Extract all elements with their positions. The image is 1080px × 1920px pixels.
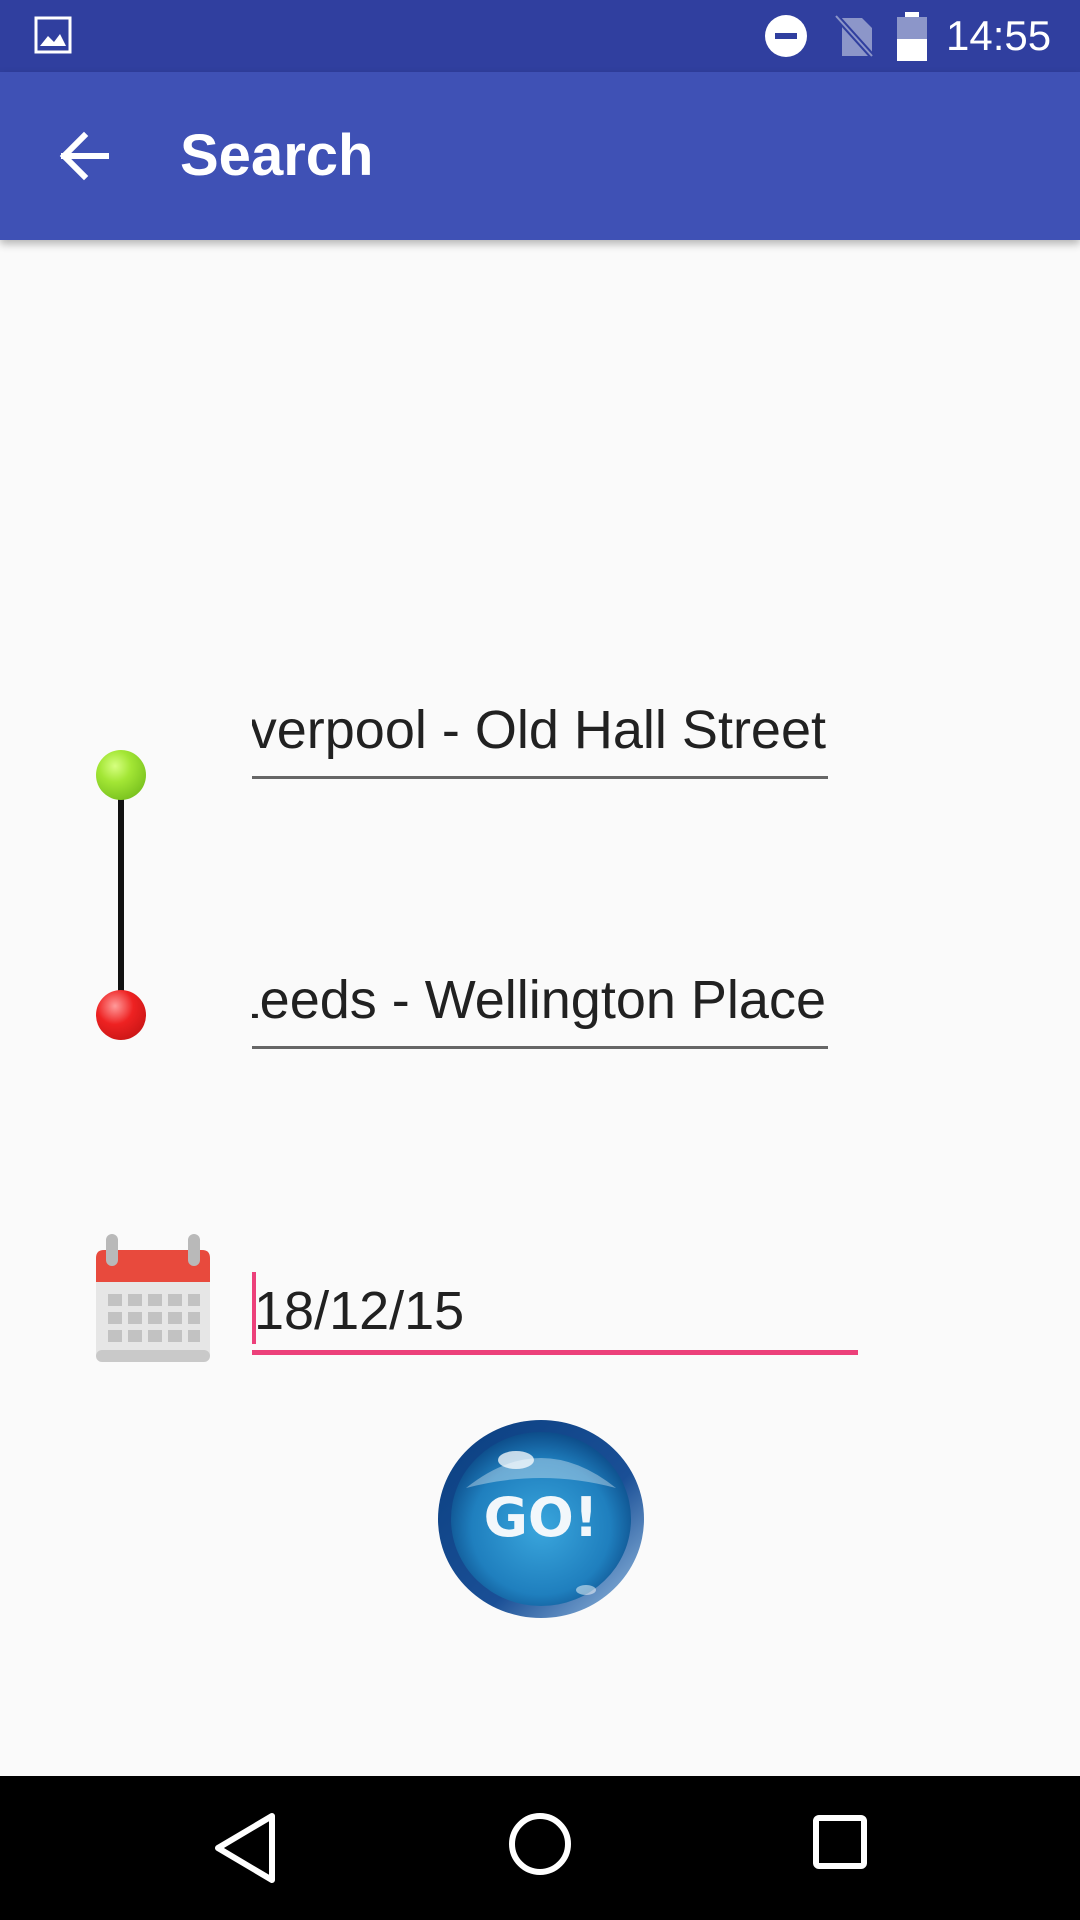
app-bar: Search [0, 72, 1080, 240]
calendar-icon[interactable] [94, 1232, 212, 1364]
route-line [118, 774, 124, 1014]
battery-icon [897, 12, 927, 61]
go-button-label: GO! [484, 1486, 599, 1549]
home-circle-icon[interactable] [506, 1810, 574, 1878]
image-icon [34, 16, 72, 54]
no-sim-icon [833, 13, 875, 59]
date-field[interactable]: 18/12/15 [252, 1258, 858, 1355]
do-not-disturb-icon [765, 15, 807, 57]
to-field[interactable]: Leeds - Wellington Place [252, 950, 828, 1049]
from-field[interactable]: Liverpool - Old Hall Street [252, 680, 828, 779]
back-triangle-icon[interactable] [210, 1810, 280, 1886]
date-field-value: 18/12/15 [254, 1281, 465, 1341]
end-marker-icon [96, 990, 146, 1040]
arrow-back-icon[interactable] [50, 122, 118, 190]
start-marker-icon [96, 750, 146, 800]
status-bar: 14:55 [0, 0, 1080, 72]
recents-square-icon[interactable] [812, 1814, 868, 1870]
from-field-value: Liverpool - Old Hall Street [252, 700, 826, 760]
navigation-bar [0, 1776, 1080, 1920]
go-button[interactable]: GO! [436, 1418, 646, 1620]
to-field-value: Leeds - Wellington Place [252, 970, 826, 1030]
page-title: Search [180, 123, 374, 188]
status-time: 14:55 [946, 12, 1052, 59]
